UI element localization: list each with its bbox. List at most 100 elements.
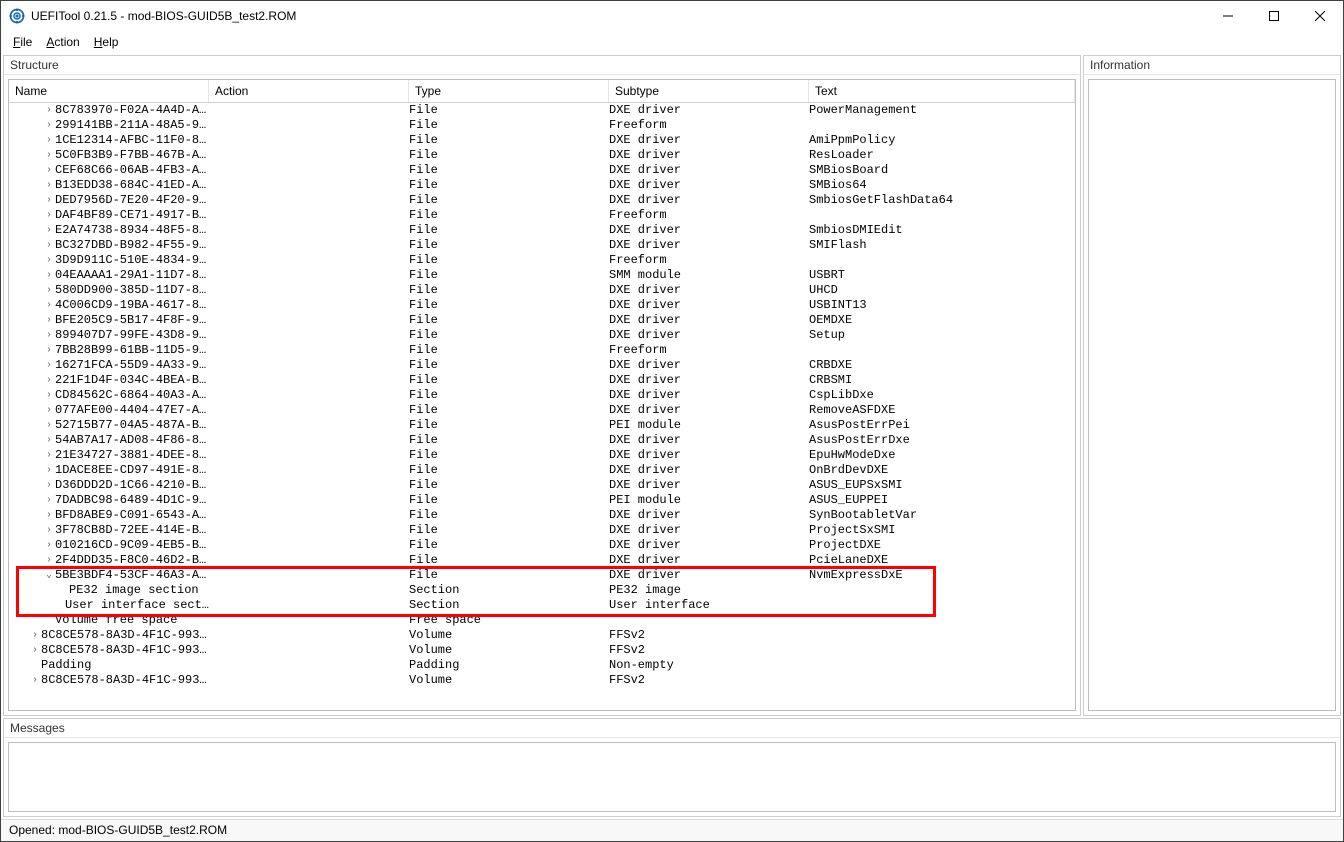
tree-row[interactable]: PaddingPaddingNon-empty [9, 658, 1075, 673]
col-name[interactable]: Name [9, 80, 209, 102]
tree-row[interactable]: ›221F1D4F-034C-4BEA-B…FileDXE driverCRBS… [9, 373, 1075, 388]
cell-action [209, 448, 409, 463]
tree-row[interactable]: Volume free spaceFree space [9, 613, 1075, 628]
close-button[interactable] [1297, 1, 1343, 31]
cell-name: ›8C8CE578-8A3D-4F1C-993… [9, 628, 209, 643]
tree-row[interactable]: ›B13EDD38-684C-41ED-A…FileDXE driverSMBi… [9, 178, 1075, 193]
tree-row[interactable]: ›4C006CD9-19BA-4617-8…FileDXE driverUSBI… [9, 298, 1075, 313]
col-subtype[interactable]: Subtype [609, 80, 809, 102]
cell-text: ASUS_EUPSxSMI [809, 478, 1075, 493]
tree-row[interactable]: ›52715B77-04A5-487A-B…FilePEI moduleAsus… [9, 418, 1075, 433]
chevron-right-icon[interactable]: › [43, 508, 55, 523]
chevron-right-icon[interactable]: › [43, 448, 55, 463]
chevron-right-icon[interactable]: › [43, 163, 55, 178]
menu-help[interactable]: Help [88, 33, 125, 51]
chevron-right-icon[interactable]: › [43, 253, 55, 268]
col-text[interactable]: Text [809, 80, 1075, 102]
chevron-right-icon[interactable]: › [43, 148, 55, 163]
tree-row[interactable]: ›16271FCA-55D9-4A33-9…FileDXE driverCRBD… [9, 358, 1075, 373]
tree-row[interactable]: ›077AFE00-4404-47E7-A…FileDXE driverRemo… [9, 403, 1075, 418]
chevron-right-icon[interactable]: › [43, 208, 55, 223]
tree-row[interactable]: ›8C8CE578-8A3D-4F1C-993…VolumeFFSv2 [9, 643, 1075, 658]
tree-row[interactable]: ›8C8CE578-8A3D-4F1C-993…VolumeFFSv2 [9, 628, 1075, 643]
cell-name: ›3F78CB8D-72EE-414E-B… [9, 523, 209, 538]
chevron-right-icon[interactable]: › [43, 553, 55, 568]
chevron-right-icon[interactable]: › [43, 298, 55, 313]
chevron-right-icon[interactable]: › [43, 358, 55, 373]
tree-row[interactable]: ›899407D7-99FE-43D8-9…FileDXE driverSetu… [9, 328, 1075, 343]
tree-row[interactable]: PE32 image sectionSectionPE32 image [9, 583, 1075, 598]
col-action[interactable]: Action [209, 80, 409, 102]
tree-row[interactable]: User interface sect…SectionUser interfac… [9, 598, 1075, 613]
chevron-right-icon[interactable]: › [29, 628, 41, 643]
tree-row[interactable]: ›21E34727-3881-4DEE-8…FileDXE driverEpuH… [9, 448, 1075, 463]
chevron-right-icon[interactable]: › [43, 268, 55, 283]
tree-row[interactable]: ›54AB7A17-AD08-4F86-8…FileDXE driverAsus… [9, 433, 1075, 448]
chevron-right-icon[interactable]: › [43, 238, 55, 253]
maximize-button[interactable] [1251, 1, 1297, 31]
cell-text: RemoveASFDXE [809, 403, 1075, 418]
tree-row[interactable]: ›1DACE8EE-CD97-491E-8…FileDXE driverOnBr… [9, 463, 1075, 478]
tree-row[interactable]: ›010216CD-9C09-4EB5-B…FileDXE driverProj… [9, 538, 1075, 553]
cell-action [209, 433, 409, 448]
chevron-right-icon[interactable]: › [43, 193, 55, 208]
tree-row[interactable]: ›7DADBC98-6489-4D1C-9…FilePEI moduleASUS… [9, 493, 1075, 508]
tree-row[interactable]: ›8C8CE578-8A3D-4F1C-993…VolumeFFSv2 [9, 673, 1075, 688]
tree-row[interactable]: ›1CE12314-AFBC-11F0-8…FileDXE driverAmiP… [9, 133, 1075, 148]
row-name-text: 5C0FB3B9-F7BB-467B-A… [55, 148, 206, 163]
chevron-right-icon[interactable]: › [43, 493, 55, 508]
menu-file[interactable]: File [7, 33, 38, 51]
tree-row[interactable]: ›7BB28B99-61BB-11D5-9…FileFreeform [9, 343, 1075, 358]
chevron-right-icon[interactable]: › [43, 133, 55, 148]
chevron-right-icon[interactable]: › [43, 388, 55, 403]
tree-row[interactable]: ›BC327DBD-B982-4F55-9…FileDXE driverSMIF… [9, 238, 1075, 253]
cell-text: SmbiosGetFlashData64 [809, 193, 1075, 208]
tree-row[interactable]: ›CD84562C-6864-40A3-A…FileDXE driverCspL… [9, 388, 1075, 403]
chevron-right-icon[interactable]: › [43, 328, 55, 343]
chevron-right-icon[interactable]: › [43, 418, 55, 433]
chevron-right-icon[interactable]: › [43, 178, 55, 193]
chevron-right-icon[interactable]: › [29, 673, 41, 688]
menu-action[interactable]: Action [40, 33, 85, 51]
chevron-right-icon[interactable]: › [43, 313, 55, 328]
col-type[interactable]: Type [409, 80, 609, 102]
tree-row[interactable]: ›CEF68C66-06AB-4FB3-A…FileDXE driverSMBi… [9, 163, 1075, 178]
minimize-button[interactable] [1205, 1, 1251, 31]
cell-subtype: DXE driver [609, 163, 809, 178]
tree-row[interactable]: ›BFE205C9-5B17-4F8F-9…FileDXE driverOEMD… [9, 313, 1075, 328]
chevron-right-icon[interactable]: › [43, 433, 55, 448]
chevron-right-icon[interactable]: › [43, 118, 55, 133]
tree-row[interactable]: ›E2A74738-8934-48F5-8…FileDXE driverSmbi… [9, 223, 1075, 238]
row-name-text: 1DACE8EE-CD97-491E-8… [55, 463, 206, 478]
tree-row[interactable]: ›8C783970-F02A-4A4D-A…FileDXE driverPowe… [9, 103, 1075, 118]
chevron-right-icon[interactable]: › [43, 538, 55, 553]
tree-row[interactable]: ›BFD8ABE9-C091-6543-A…FileDXE driverSynB… [9, 508, 1075, 523]
chevron-right-icon[interactable]: › [43, 478, 55, 493]
tree-row[interactable]: ›DAF4BF89-CE71-4917-B…FileFreeform [9, 208, 1075, 223]
tree-row[interactable]: ›DED7956D-7E20-4F20-9…FileDXE driverSmbi… [9, 193, 1075, 208]
tree-row[interactable]: ›3F78CB8D-72EE-414E-B…FileDXE driverProj… [9, 523, 1075, 538]
tree-row[interactable]: ›04EAAAA1-29A1-11D7-8…FileSMM moduleUSBR… [9, 268, 1075, 283]
chevron-right-icon[interactable]: › [43, 343, 55, 358]
chevron-right-icon[interactable]: › [43, 223, 55, 238]
tree-header: Name Action Type Subtype Text [9, 80, 1075, 103]
chevron-right-icon[interactable]: › [43, 103, 55, 118]
cell-name: ›BFE205C9-5B17-4F8F-9… [9, 313, 209, 328]
tree-row[interactable]: ›3D9D911C-510E-4834-9…FileFreeform [9, 253, 1075, 268]
tree-body[interactable]: ›8C783970-F02A-4A4D-A…FileDXE driverPowe… [9, 103, 1075, 710]
tree-row[interactable]: ›299141BB-211A-48A5-9…FileFreeform [9, 118, 1075, 133]
chevron-down-icon[interactable]: ⌄ [43, 568, 55, 583]
cell-name: ›2F4DDD35-F8C0-46D2-B… [9, 553, 209, 568]
chevron-right-icon[interactable]: › [43, 523, 55, 538]
tree-row[interactable]: ›580DD900-385D-11D7-8…FileDXE driverUHCD [9, 283, 1075, 298]
tree-row[interactable]: ›D36DDD2D-1C66-4210-B…FileDXE driverASUS… [9, 478, 1075, 493]
cell-type: File [409, 418, 609, 433]
tree-row[interactable]: ⌄5BE3BDF4-53CF-46A3-A…FileDXE driverNvmE… [9, 568, 1075, 583]
chevron-right-icon[interactable]: › [29, 643, 41, 658]
tree-row[interactable]: ›2F4DDD35-F8C0-46D2-B…FileDXE driverPcie… [9, 553, 1075, 568]
tree-row[interactable]: ›5C0FB3B9-F7BB-467B-A…FileDXE driverResL… [9, 148, 1075, 163]
chevron-right-icon[interactable]: › [43, 463, 55, 478]
chevron-right-icon[interactable]: › [43, 283, 55, 298]
chevron-right-icon[interactable]: › [43, 373, 55, 388]
chevron-right-icon[interactable]: › [43, 403, 55, 418]
